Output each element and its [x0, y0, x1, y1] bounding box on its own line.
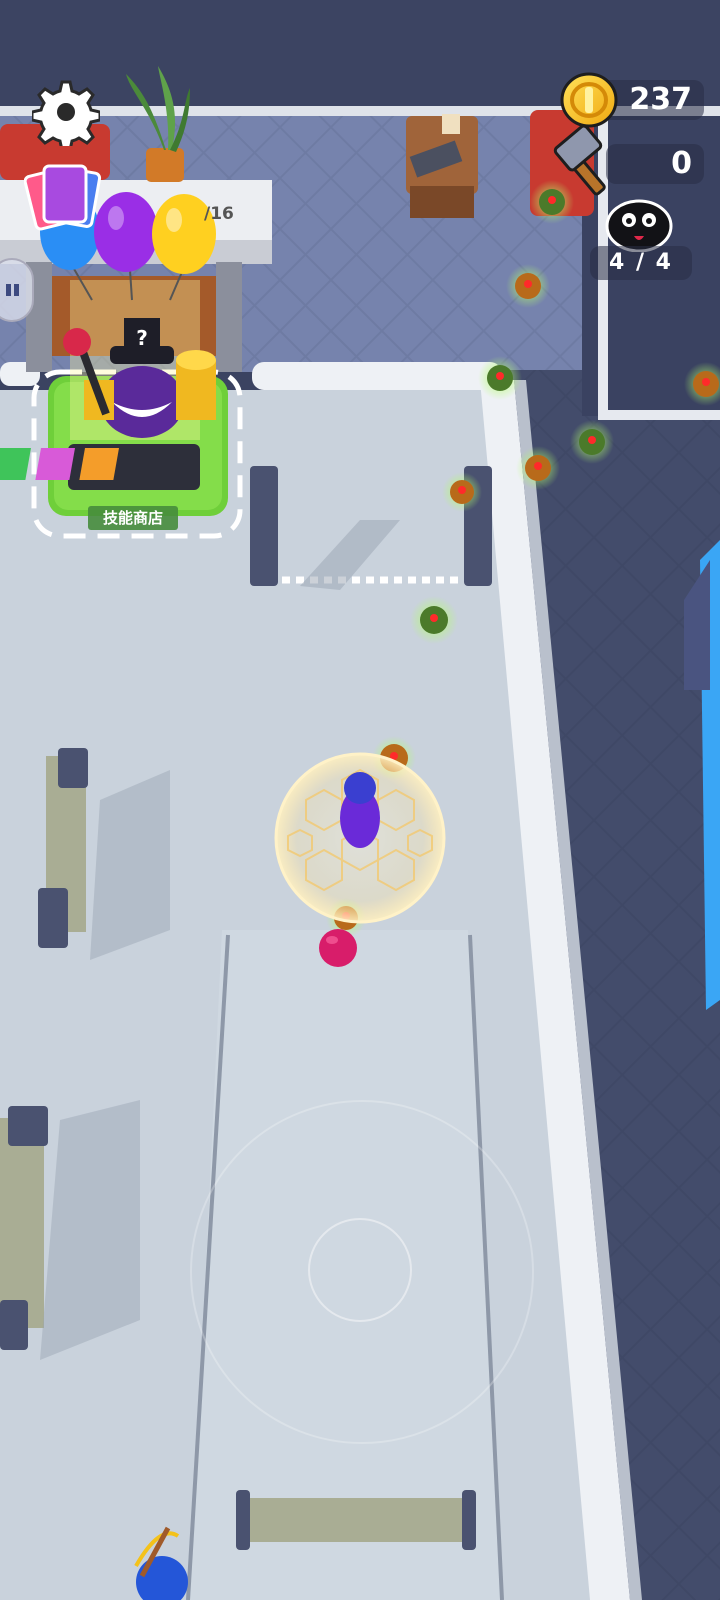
- settings-button[interactable]: [30, 78, 102, 152]
- gold-coin-icon: [558, 70, 620, 130]
- gear-icon: [30, 80, 102, 152]
- player-character: [274, 752, 446, 924]
- black-blob-enemy-icon: [604, 196, 674, 253]
- svg-text:?: ?: [136, 326, 148, 350]
- joystick-knob[interactable]: [308, 1218, 412, 1322]
- pause-icon: [6, 284, 19, 296]
- side-menu-tab[interactable]: [0, 258, 34, 322]
- hammer-icon: [552, 124, 622, 196]
- enemy-counter: 4 / 4: [590, 246, 692, 280]
- skill-cards-icon[interactable]: [23, 162, 108, 232]
- booth-sign-number: /16: [204, 204, 234, 224]
- skill-shop-label[interactable]: 技能商店: [88, 506, 178, 530]
